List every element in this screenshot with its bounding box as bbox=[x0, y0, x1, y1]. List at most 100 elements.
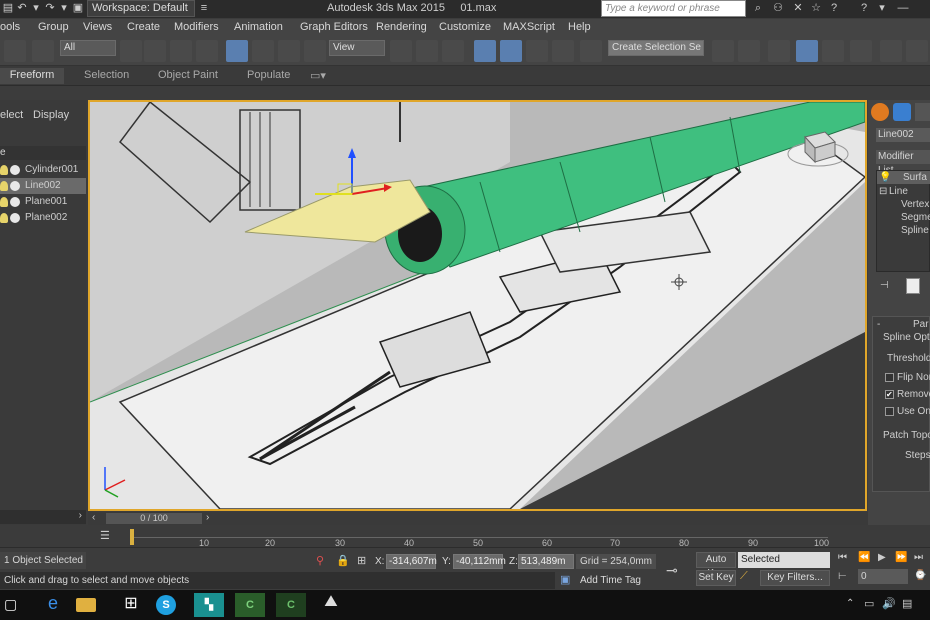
select-and-rotate-icon[interactable] bbox=[252, 40, 274, 62]
show-end-result-icon[interactable] bbox=[906, 278, 920, 294]
stack-item-spline[interactable]: Spline bbox=[901, 225, 929, 236]
auto-key-button[interactable]: Auto Key bbox=[696, 552, 736, 579]
object-name-field[interactable]: Line002 bbox=[876, 128, 930, 142]
menu-animation[interactable]: Animation bbox=[234, 21, 283, 33]
menu-help[interactable]: Help bbox=[568, 21, 591, 33]
rollout-title[interactable]: Par bbox=[913, 319, 929, 330]
list-item[interactable]: Plane002 bbox=[0, 210, 86, 226]
volume-icon[interactable]: 🔊 bbox=[882, 597, 896, 610]
modify-tab-icon[interactable] bbox=[893, 103, 911, 121]
list-item[interactable]: Cylinder001 bbox=[0, 162, 86, 178]
pivot-center-icon[interactable] bbox=[390, 40, 412, 62]
edge-browser-icon[interactable]: e bbox=[38, 593, 68, 617]
time-config-icon[interactable]: ⌚ bbox=[914, 570, 926, 581]
menu-views[interactable]: Views bbox=[83, 21, 112, 33]
visibility-icon[interactable] bbox=[10, 197, 20, 207]
prev-frame-icon[interactable]: ‹ bbox=[92, 512, 95, 523]
stack-item-segment[interactable]: Segmen bbox=[901, 212, 930, 223]
tab-select[interactable]: elect bbox=[0, 109, 23, 121]
menu-create[interactable]: Create bbox=[127, 21, 160, 33]
current-frame-field[interactable]: 0 bbox=[858, 569, 908, 584]
mirror-icon[interactable] bbox=[712, 40, 734, 62]
visibility-icon[interactable] bbox=[10, 181, 20, 191]
time-slider[interactable]: ‹ 0 / 100 › bbox=[88, 512, 868, 525]
menu-customize[interactable]: Customize bbox=[439, 21, 491, 33]
add-time-tag-button[interactable]: Add Time Tag bbox=[580, 575, 641, 586]
ribbon-options-icon[interactable]: ▭▾ bbox=[310, 69, 326, 82]
task-view-icon[interactable]: ▢ bbox=[4, 596, 17, 613]
z-coordinate-field[interactable]: 513,489m bbox=[518, 554, 574, 569]
photos-icon[interactable]: ⛰ bbox=[316, 593, 346, 617]
list-item[interactable]: Line002 bbox=[0, 178, 86, 194]
curve-editor-icon[interactable] bbox=[850, 40, 872, 62]
hierarchy-tab-icon[interactable] bbox=[915, 103, 930, 121]
perspective-viewport[interactable] bbox=[88, 100, 867, 511]
select-and-move-icon[interactable] bbox=[226, 40, 248, 62]
menu-group[interactable]: Group bbox=[38, 21, 69, 33]
keyboard-shortcut-icon[interactable] bbox=[442, 40, 464, 62]
named-selection-set-dropdown[interactable]: Create Selection Se bbox=[608, 40, 704, 56]
favorites-icon[interactable]: ☆ bbox=[808, 1, 824, 16]
time-tag-icon[interactable]: ▣ bbox=[560, 573, 570, 586]
material-editor-icon[interactable] bbox=[880, 40, 902, 62]
light-bulb-icon[interactable]: 💡 bbox=[879, 172, 891, 183]
region-select-icon[interactable] bbox=[170, 40, 192, 62]
layer-explorer-icon[interactable] bbox=[796, 40, 818, 62]
tab-display[interactable]: Display bbox=[33, 109, 69, 121]
use-only-checkbox[interactable] bbox=[885, 407, 894, 416]
render-setup-icon[interactable] bbox=[906, 40, 928, 62]
set-key-button[interactable]: Set Key bbox=[696, 570, 736, 586]
menu-modifiers[interactable]: Modifiers bbox=[174, 21, 219, 33]
go-to-end-icon[interactable]: ⏭ bbox=[914, 552, 923, 563]
list-item[interactable]: Plane001 bbox=[0, 194, 86, 210]
select-object-icon[interactable] bbox=[120, 40, 142, 62]
help-icon[interactable]: ? bbox=[856, 1, 872, 16]
key-icon[interactable]: ⟋ bbox=[740, 570, 748, 583]
menu-tools[interactable]: ools bbox=[0, 21, 20, 33]
binoculars-icon[interactable]: ⌕ bbox=[750, 1, 766, 16]
light-bulb-icon[interactable] bbox=[0, 213, 8, 223]
pin-stack-icon[interactable]: ⊣ bbox=[880, 280, 889, 291]
light-bulb-icon[interactable] bbox=[0, 197, 8, 207]
select-and-scale-icon[interactable] bbox=[278, 40, 300, 62]
mini-curve-editor-icon[interactable]: ☰ bbox=[100, 529, 110, 542]
lock-selection-icon[interactable]: 🔒 bbox=[336, 554, 350, 567]
menu-maxscript[interactable]: MAXScript bbox=[503, 21, 555, 33]
visibility-icon[interactable] bbox=[10, 213, 20, 223]
3ds-max-icon[interactable]: ▚ bbox=[194, 593, 224, 617]
workspace-dropdown[interactable]: Workspace: Default bbox=[87, 0, 195, 17]
exchange-icon[interactable]: ✕ bbox=[790, 1, 806, 16]
ribbon-toggle-icon[interactable] bbox=[822, 40, 844, 62]
modifier-list-dropdown[interactable]: Modifier List bbox=[876, 150, 930, 176]
select-and-place-icon[interactable] bbox=[304, 40, 326, 62]
tray-chevron-icon[interactable]: ⌃ bbox=[846, 598, 854, 609]
create-tab-icon[interactable] bbox=[871, 103, 889, 121]
light-bulb-icon[interactable] bbox=[0, 181, 8, 191]
window-crossing-icon[interactable] bbox=[196, 40, 218, 62]
spinner-snap-icon[interactable] bbox=[552, 40, 574, 62]
set-key-mode-icon[interactable]: ⊸ bbox=[666, 562, 678, 579]
store-icon[interactable]: ⊞ bbox=[116, 593, 146, 617]
explorer-scrollbar[interactable]: › bbox=[0, 510, 86, 524]
expand-icon[interactable]: ⊟ bbox=[879, 186, 887, 197]
absolute-mode-icon[interactable]: ⊞ bbox=[357, 554, 366, 567]
project-folder-icon[interactable]: ▣ bbox=[70, 1, 86, 16]
manipulate-icon[interactable] bbox=[416, 40, 438, 62]
track-bar[interactable]: ☰ 10 20 30 40 50 60 70 80 90 100 bbox=[0, 525, 930, 548]
network-icon[interactable]: ▭ bbox=[864, 597, 874, 610]
align-icon[interactable] bbox=[738, 40, 760, 62]
x-coordinate-field[interactable]: -314,607m bbox=[386, 554, 437, 569]
key-mode-toggle-icon[interactable]: ⊢ bbox=[838, 571, 847, 582]
help-menu-icon[interactable]: ? bbox=[826, 1, 842, 16]
skype-icon[interactable]: S bbox=[156, 595, 176, 615]
menu-graph-editors[interactable]: Graph Editors bbox=[300, 21, 368, 33]
tab-populate[interactable]: Populate bbox=[247, 69, 290, 81]
key-filters-button[interactable]: Key Filters... bbox=[760, 570, 830, 586]
play-icon[interactable]: ▶ bbox=[878, 552, 886, 563]
next-frame-icon[interactable]: › bbox=[206, 512, 209, 523]
time-slider-thumb[interactable]: 0 / 100 bbox=[106, 513, 202, 524]
rollout-collapse-icon[interactable]: - bbox=[877, 319, 880, 330]
stack-item-vertex[interactable]: Vertex bbox=[901, 199, 929, 210]
angle-snap-icon[interactable] bbox=[500, 40, 522, 62]
stack-item-surface[interactable]: 💡 Surfa bbox=[877, 171, 930, 184]
